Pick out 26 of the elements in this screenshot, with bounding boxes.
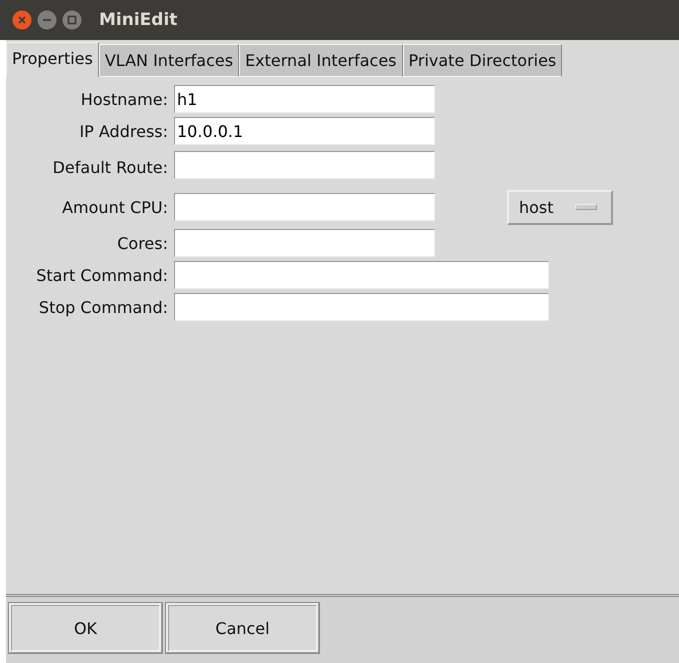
tab[interactable]: External Interfaces: [239, 44, 402, 77]
option-menu[interactable]: host: [507, 190, 613, 224]
field-label: Cores:: [116, 234, 168, 252]
text-field[interactable]: [174, 261, 549, 289]
text-field[interactable]: [174, 151, 435, 179]
text-field[interactable]: 10.0.0.1: [174, 117, 435, 145]
menu-indicator-icon: [575, 204, 597, 210]
text-field[interactable]: [174, 229, 435, 257]
tab[interactable]: Private Directories: [402, 44, 562, 77]
minimize-icon[interactable]: [37, 10, 57, 30]
tab[interactable]: Properties: [6, 42, 99, 77]
field-label: Hostname:: [80, 90, 168, 108]
cancel-button[interactable]: Cancel: [166, 603, 319, 653]
field-label: Amount CPU:: [61, 198, 168, 216]
tab[interactable]: VLAN Interfaces: [98, 44, 240, 77]
window-title: MiniEdit: [99, 10, 178, 30]
field-label: Stop Command:: [38, 298, 168, 316]
ok-button[interactable]: OK: [9, 603, 162, 653]
text-field[interactable]: [174, 293, 549, 321]
field-label: Start Command:: [35, 266, 168, 284]
field-label: Default Route:: [52, 158, 168, 176]
field-label: IP Address:: [78, 122, 168, 140]
close-icon[interactable]: [12, 10, 32, 30]
text-field[interactable]: [174, 193, 435, 221]
text-field[interactable]: h1: [174, 85, 435, 113]
maximize-icon[interactable]: [62, 10, 82, 30]
